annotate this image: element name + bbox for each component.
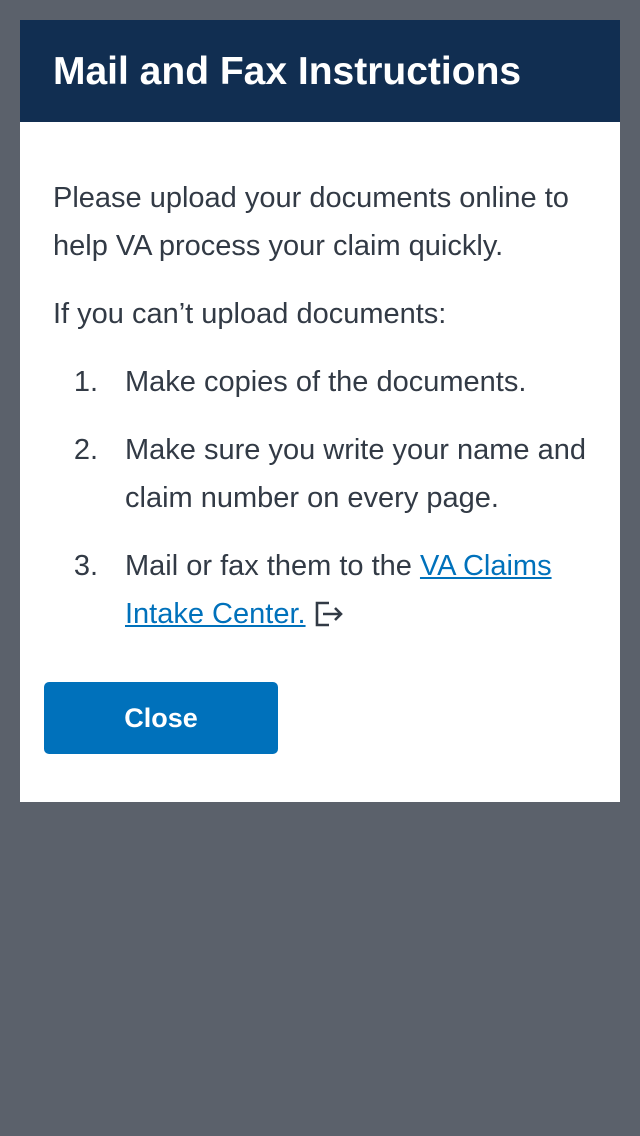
- modal-body: Please upload your documents online to h…: [20, 122, 620, 638]
- step-number: 1.: [73, 366, 98, 398]
- step-number: 2.: [73, 434, 98, 466]
- step-text: Make sure you write your name and claim …: [125, 434, 586, 514]
- step-text: Make copies of the documents.: [125, 366, 527, 398]
- instruction-list: 1. Make copies of the documents. 2. Make…: [53, 358, 588, 638]
- step-text-container: Mail or fax them to the VA Claims Intake…: [125, 542, 588, 638]
- external-link-icon: [314, 594, 344, 627]
- list-item: 3. Mail or fax them to the VA Claims Int…: [53, 542, 588, 638]
- modal-title: Mail and Fax Instructions: [53, 49, 522, 93]
- list-item: 1. Make copies of the documents.: [53, 358, 588, 406]
- list-item: 2. Make sure you write your name and cla…: [53, 426, 588, 522]
- step-number: 3.: [73, 550, 98, 582]
- close-button[interactable]: Close: [44, 682, 278, 754]
- modal-header: Mail and Fax Instructions: [20, 20, 620, 122]
- mail-fax-modal: Mail and Fax Instructions Please upload …: [20, 20, 620, 802]
- intro-text: Please upload your documents online to h…: [53, 182, 569, 262]
- lead-text: If you can’t upload documents:: [53, 298, 447, 330]
- step-text: Mail or fax them to the: [125, 550, 420, 582]
